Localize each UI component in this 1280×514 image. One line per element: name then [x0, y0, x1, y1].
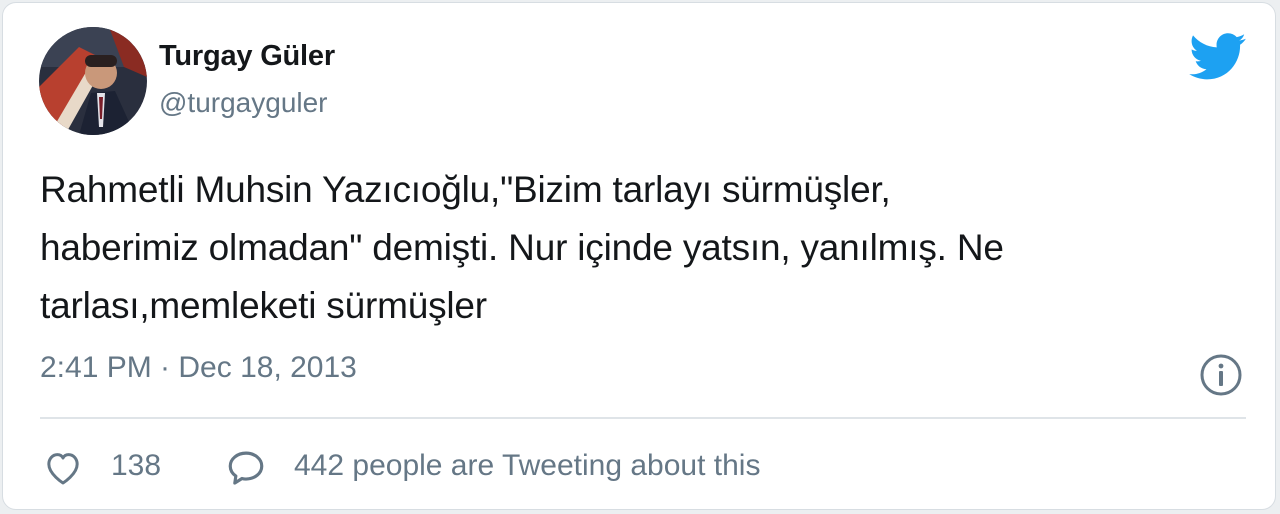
tweet-card: Turgay Güler @turgayguler Rahmetli Muhsi…: [2, 2, 1276, 510]
like-count[interactable]: 138: [111, 449, 161, 483]
tweeting-count-link[interactable]: 442 people are Tweeting about this: [294, 449, 760, 483]
display-name[interactable]: Turgay Güler: [159, 40, 335, 73]
info-icon[interactable]: [1199, 353, 1243, 397]
divider: [40, 417, 1246, 419]
avatar[interactable]: [39, 27, 147, 135]
user-handle[interactable]: @turgayguler: [159, 87, 328, 119]
tweet-timestamp[interactable]: 2:41 PM · Dec 18, 2013: [40, 351, 357, 385]
speech-bubble-icon[interactable]: [225, 447, 267, 489]
avatar-photo: [39, 27, 147, 135]
heart-icon[interactable]: [43, 448, 83, 488]
tweet-text: Rahmetli Muhsin Yazıcıoğlu,"Bizim tarlay…: [40, 169, 1004, 326]
twitter-bird-icon[interactable]: [1189, 33, 1247, 81]
